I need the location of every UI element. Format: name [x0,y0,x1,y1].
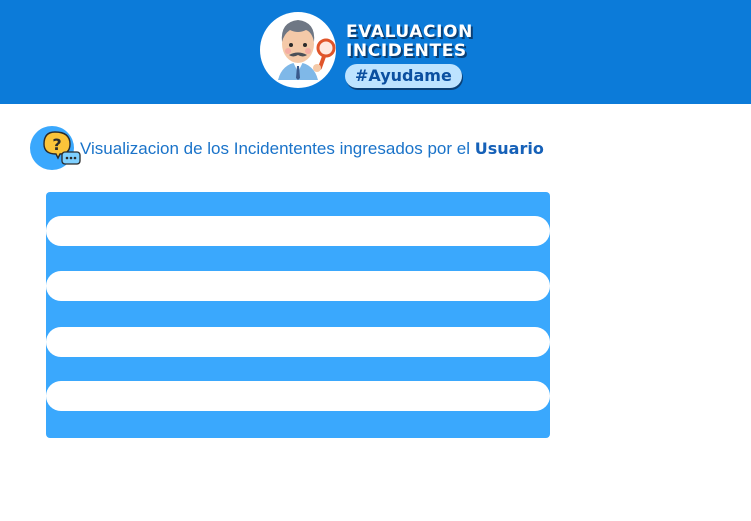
brand-title-line2: INCIDENTES [346,41,467,61]
hashtag-badge: #Ayudame [345,64,462,88]
logo[interactable] [260,12,336,88]
incident-row[interactable] [46,327,550,357]
brand-title-line1: EVALUACION [346,22,473,42]
section-header: ? Visualizacion de los Incidententes ing… [30,126,590,172]
incident-row[interactable] [46,216,550,246]
section-title-prefix: Visualizacion de los Incidententes ingre… [80,139,470,158]
section-title: Visualizacion de los Incidententes ingre… [80,139,544,159]
app-header: EVALUACION INCIDENTES #Ayudame [0,0,751,104]
question-chat-icon: ? [30,126,82,177]
incident-row[interactable] [46,381,550,411]
svg-text:?: ? [52,135,61,154]
section-title-emphasis: Usuario [474,139,544,158]
incident-row[interactable] [46,271,550,301]
inspector-avatar-icon [278,20,336,80]
incidents-panel [46,192,550,438]
